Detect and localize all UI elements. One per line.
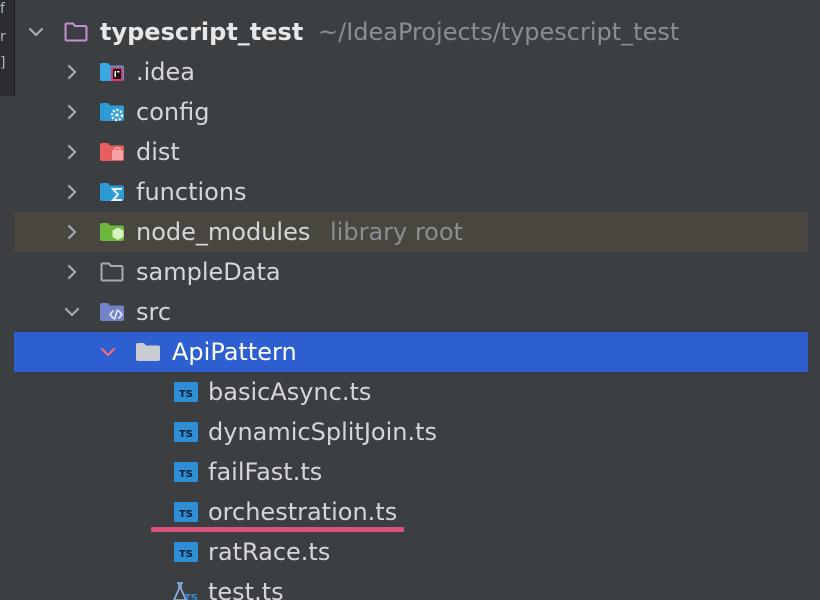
tree-node-label: .idea (136, 58, 196, 86)
file-type-badge: TS (179, 389, 193, 400)
typescript-file-icon: TS (174, 502, 198, 522)
annotation-underline (151, 527, 404, 532)
tree-node-file[interactable]: TS ratRace.ts (14, 532, 808, 572)
typescript-file-icon: TS (174, 422, 198, 442)
tree-node-node-modules[interactable]: node_modules library root (14, 212, 808, 252)
project-tree: typescript_test ~/IdeaProjects/typescrip… (14, 12, 808, 600)
folder-outline-icon (64, 22, 88, 42)
file-type-badge: TS (184, 593, 198, 600)
idea-folder-icon (100, 62, 124, 82)
source-folder-icon (100, 302, 124, 322)
tree-node-label: functions (136, 178, 247, 206)
chevron-right-icon[interactable] (64, 64, 80, 80)
tree-node-file[interactable]: TS dynamicSplitJoin.ts (14, 412, 808, 452)
tree-node-file[interactable]: TS orchestration.ts (14, 492, 808, 532)
typescript-file-icon: TS (174, 542, 198, 562)
tree-node-file[interactable]: TS basicAsync.ts (14, 372, 808, 412)
tree-node-api-pattern[interactable]: ApiPattern (14, 332, 808, 372)
typescript-test-file-icon: TS (172, 582, 198, 600)
tree-node-sample-data[interactable]: sampleData (14, 252, 808, 292)
node-modules-folder-icon (100, 222, 124, 242)
chevron-down-icon[interactable] (64, 304, 80, 320)
tree-node-label: orchestration.ts (208, 498, 398, 526)
chevron-down-icon[interactable] (28, 24, 44, 40)
tree-node-label: src (136, 298, 172, 326)
tree-node-label: node_modules (136, 218, 311, 246)
clipped-glyph: r (0, 30, 6, 44)
library-root-hint: library root (330, 218, 463, 246)
chevron-right-icon[interactable] (64, 104, 80, 120)
tree-node-label: failFast.ts (208, 458, 323, 486)
dist-folder-icon (100, 142, 124, 162)
folder-icon (136, 342, 160, 362)
config-folder-icon (100, 102, 124, 122)
typescript-file-icon: TS (174, 382, 198, 402)
file-type-badge: TS (179, 469, 193, 480)
tree-node-functions[interactable]: functions (14, 172, 808, 212)
clipped-glyph: f (0, 2, 5, 16)
file-type-badge: TS (179, 429, 193, 440)
clipped-glyph: ] (0, 56, 6, 70)
tree-node-src[interactable]: src (14, 292, 808, 332)
tree-node-idea[interactable]: .idea (14, 52, 808, 92)
tree-node-label: ApiPattern (172, 338, 297, 366)
chevron-right-icon[interactable] (64, 224, 80, 240)
tree-node-label: dist (136, 138, 180, 166)
file-type-badge: TS (179, 509, 193, 520)
chevron-right-icon[interactable] (64, 144, 80, 160)
chevron-right-icon[interactable] (64, 184, 80, 200)
tree-node-label: basicAsync.ts (208, 378, 372, 406)
tree-node-project-root[interactable]: typescript_test ~/IdeaProjects/typescrip… (14, 12, 808, 52)
chevron-right-icon[interactable] (64, 264, 80, 280)
tree-node-dist[interactable]: dist (14, 132, 808, 172)
tree-node-config[interactable]: config (14, 92, 808, 132)
tree-node-file[interactable]: TS test.ts (14, 572, 808, 600)
tree-node-label: test.ts (208, 578, 284, 600)
file-type-badge: TS (179, 549, 193, 560)
tree-node-file[interactable]: TS failFast.ts (14, 452, 808, 492)
folder-outline-icon (100, 262, 124, 282)
tree-node-label: ratRace.ts (208, 538, 331, 566)
project-name: typescript_test (100, 18, 304, 46)
typescript-file-icon: TS (174, 462, 198, 482)
project-path: ~/IdeaProjects/typescript_test (318, 18, 680, 46)
chevron-down-icon[interactable] (100, 344, 116, 360)
tree-node-label: config (136, 98, 210, 126)
tree-node-label: sampleData (136, 258, 281, 286)
project-panel: f r ] typescript_test ~/IdeaProjects/typ… (0, 0, 820, 600)
left-tool-strip: f r ] (0, 0, 15, 96)
tree-node-label: dynamicSplitJoin.ts (208, 418, 437, 446)
functions-folder-icon (100, 182, 124, 202)
